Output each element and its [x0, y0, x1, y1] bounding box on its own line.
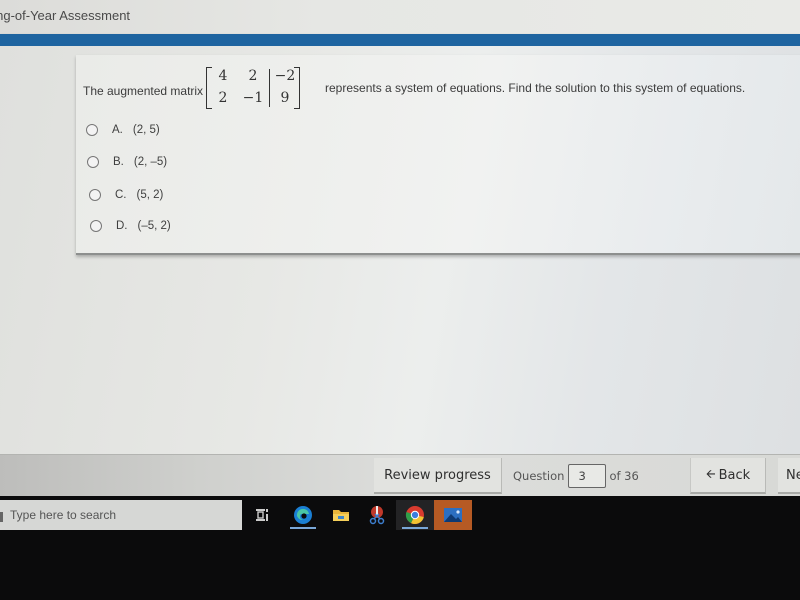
- next-button[interactable]: Ne: [778, 458, 800, 494]
- photos-icon[interactable]: [434, 500, 472, 530]
- snipping-tool-icon[interactable]: [358, 500, 396, 530]
- choice-d[interactable]: D. (–5, 2): [90, 220, 171, 232]
- task-view-icon[interactable]: [243, 500, 281, 530]
- choice-a[interactable]: A. (2, 5): [86, 124, 160, 136]
- choice-letter: A.: [112, 124, 123, 136]
- window-title-bar: ning-of-Year Assessment: [0, 0, 800, 34]
- question-label: Question: [513, 469, 565, 483]
- taskbar-search-box[interactable]: Type here to search: [0, 500, 242, 530]
- matrix-cell: 9: [280, 90, 290, 106]
- matrix-cell: 2: [248, 68, 258, 84]
- next-label: Ne: [786, 467, 800, 483]
- accent-header-bar: [0, 34, 800, 46]
- choice-text: (2, 5): [132, 124, 160, 136]
- choice-text: (5, 2): [136, 189, 164, 201]
- choice-b[interactable]: B. (2, –5): [87, 156, 167, 168]
- matrix-cell: −1: [242, 90, 264, 106]
- file-explorer-icon[interactable]: [322, 500, 360, 530]
- radio-button[interactable]: [90, 220, 102, 232]
- matrix-augment-divider: [269, 69, 270, 107]
- question-card: The augmented matrix 4 2 −2 2 −1 9 repre…: [76, 55, 800, 255]
- review-progress-button[interactable]: Review progress: [374, 458, 502, 494]
- back-button[interactable]: 🡨 Back: [690, 458, 766, 494]
- augmented-matrix: 4 2 −2 2 −1 9: [204, 66, 302, 112]
- choice-letter: B.: [113, 156, 124, 168]
- question-total: of 36: [609, 469, 639, 483]
- question-number-input[interactable]: 3: [568, 464, 607, 488]
- choice-letter: D.: [116, 220, 128, 232]
- matrix-cell: −2: [274, 68, 296, 84]
- choice-c[interactable]: C. (5, 2): [89, 189, 163, 201]
- matrix-cell: 4: [218, 68, 228, 84]
- chrome-icon[interactable]: [396, 500, 434, 530]
- search-placeholder: Type here to search: [10, 508, 117, 522]
- choice-letter: C.: [115, 189, 127, 201]
- edge-icon[interactable]: [284, 500, 322, 530]
- choice-text: (2, –5): [133, 156, 168, 168]
- window-title: ning-of-Year Assessment: [0, 8, 131, 23]
- arrow-left-icon: 🡨: [705, 466, 716, 481]
- choice-text: (–5, 2): [137, 220, 171, 232]
- question-prefix: The augmented matrix: [83, 84, 204, 98]
- radio-button[interactable]: [87, 156, 99, 168]
- back-label: Back: [718, 467, 751, 483]
- assessment-nav-bar: Review progress Question 3 of 36 🡨 Back …: [0, 454, 800, 496]
- question-navigator: Question 3 of 36: [504, 458, 684, 494]
- search-caret: [0, 512, 3, 522]
- radio-button[interactable]: [86, 124, 98, 136]
- windows-taskbar: Type here to search: [0, 496, 800, 600]
- matrix-cell: 2: [218, 90, 228, 106]
- radio-button[interactable]: [89, 189, 101, 201]
- question-suffix: represents a system of equations. Find t…: [325, 81, 746, 95]
